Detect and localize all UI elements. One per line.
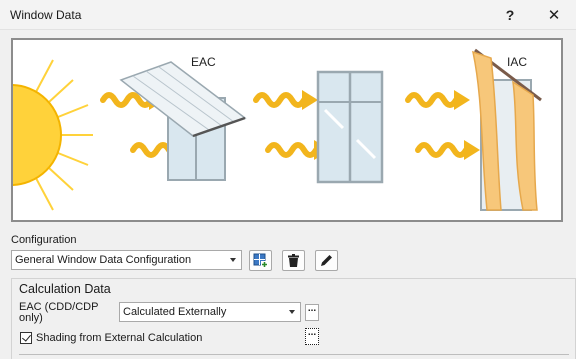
iac-label: IAC [507,55,527,69]
calculation-data-title: Calculation Data [19,282,111,296]
sun-icon [13,59,93,211]
configuration-label: Configuration [11,234,77,246]
window-with-exterior-shading [119,61,247,181]
eac-select[interactable]: Calculated Externally [119,302,301,322]
window-illustration: EAC IAC [11,38,563,222]
divider [19,354,569,355]
window-title: Window Data [10,8,82,22]
chevron-down-icon [289,310,295,314]
window-icon [316,70,384,184]
window-with-curtains [472,48,542,211]
title-bar: Window Data ? ✕ [0,0,576,30]
delete-configuration-button[interactable] [282,250,305,271]
chevron-down-icon [230,258,236,262]
help-button[interactable]: ? [488,0,532,30]
edit-configuration-button[interactable] [315,250,338,271]
close-button[interactable]: ✕ [532,0,576,30]
eac-label: EAC [191,55,216,69]
delete-config-icon [288,254,299,267]
add-config-icon [253,253,268,268]
eac-select-value: Calculated Externally [123,306,227,318]
shading-checkbox[interactable] [20,332,32,344]
shading-label: Shading from External Calculation [36,332,203,344]
eac-label-line2: only) [19,312,43,324]
configuration-select[interactable]: General Window Data Configuration [11,250,242,270]
eac-field-label: EAC (CDD/CDP only) [19,302,98,324]
edit-config-icon [321,255,332,266]
configuration-select-value: General Window Data Configuration [15,254,192,266]
shading-more-button[interactable]: ... [305,328,319,345]
eac-more-button[interactable]: ... [305,304,319,321]
window-diagram: EAC IAC [13,48,542,211]
add-configuration-button[interactable] [249,250,272,271]
